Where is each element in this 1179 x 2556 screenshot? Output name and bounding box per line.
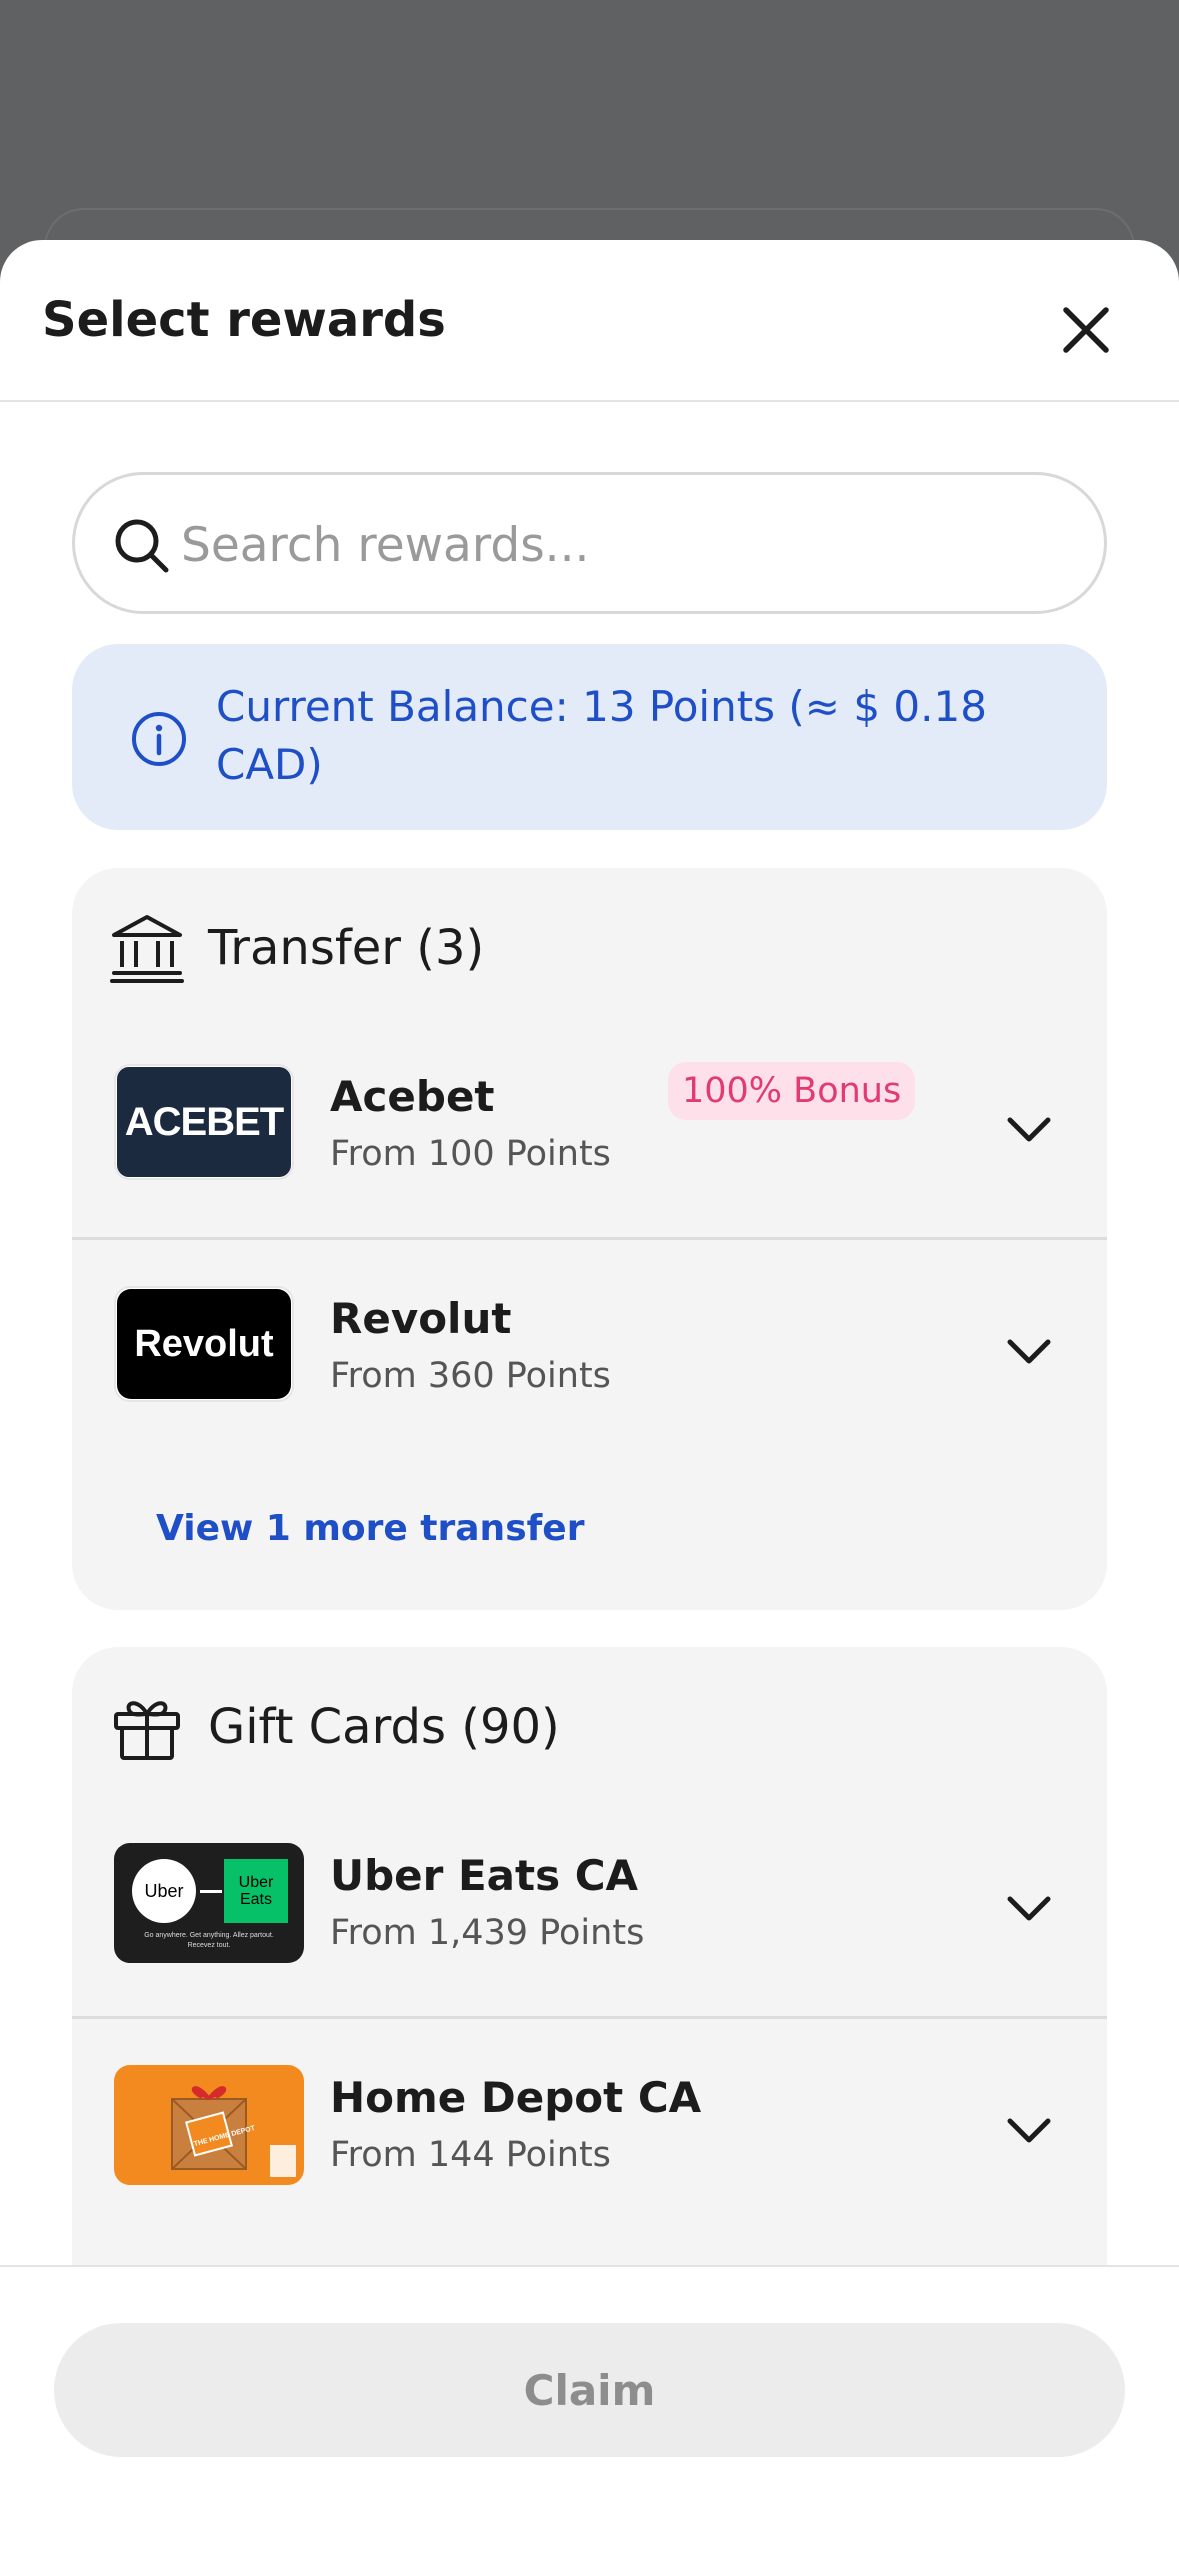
claim-button[interactable]: Claim: [54, 2323, 1125, 2457]
reward-item-acebet[interactable]: ACEBET Acebet From 100 Points 100% Bonus: [72, 1018, 1107, 1240]
sheet-title: Select rewards: [42, 292, 446, 348]
transfer-title: Transfer (3): [208, 920, 485, 976]
gift-box-graphic: [171, 2086, 296, 2177]
revolut-logo: Revolut: [114, 1286, 294, 1402]
chevron-down-icon[interactable]: [1002, 2103, 1056, 2157]
chevron-down-icon[interactable]: [1002, 1102, 1056, 1156]
info-icon: [132, 712, 186, 766]
gift-cards-header: Gift Cards (90): [108, 1687, 560, 1767]
close-icon: [1063, 307, 1109, 353]
reward-min-points: From 100 Points: [330, 1134, 611, 1174]
reward-name: Uber Eats CA: [330, 1851, 639, 1900]
reward-min-points: From 360 Points: [330, 1356, 611, 1396]
reward-name: Home Depot CA: [330, 2073, 702, 2122]
gift-cards-title: Gift Cards (90): [208, 1699, 560, 1755]
view-more-transfer-link[interactable]: View 1 more transfer: [156, 1508, 584, 1549]
gift-icon: [114, 1701, 180, 1760]
search-input[interactable]: [181, 503, 1061, 587]
transfer-section: Transfer (3) ACEBET Acebet From 100 Poin…: [72, 868, 1107, 1610]
reward-min-points: From 1,439 Points: [330, 1913, 645, 1953]
home-depot-logo: THE HOME DEPOT: [114, 2065, 304, 2185]
acebet-logo: ACEBET: [114, 1064, 294, 1180]
balance-text: Current Balance: 13 Points (≈ $ 0.18 CAD…: [216, 682, 987, 789]
bonus-badge: 100% Bonus: [668, 1062, 916, 1120]
reward-name: Revolut: [330, 1294, 512, 1343]
footer-bar: Claim: [0, 2265, 1179, 2556]
bank-icon: [110, 915, 184, 983]
uber-eats-logo: Uber Uber Eats Go anywhere. Get anything…: [114, 1843, 304, 1963]
reward-item-home-depot[interactable]: THE HOME DEPOT Home Depot CA From 144 Po…: [72, 2019, 1107, 2241]
reward-item-uber-eats[interactable]: Uber Uber Eats Go anywhere. Get anything…: [72, 1797, 1107, 2019]
chevron-down-icon[interactable]: [1002, 1881, 1056, 1935]
reward-item-revolut[interactable]: Revolut Revolut From 360 Points: [72, 1240, 1107, 1462]
search-icon: [115, 519, 169, 573]
reward-name: Acebet: [330, 1072, 495, 1121]
close-button[interactable]: [1048, 292, 1124, 368]
balance-banner: Current Balance: 13 Points (≈ $ 0.18 CAD…: [72, 644, 1107, 830]
chevron-down-icon[interactable]: [1002, 1324, 1056, 1378]
sheet-header: Select rewards: [0, 240, 1179, 402]
rewards-sheet: Select rewards Current Balance: 13 Point…: [0, 240, 1179, 2556]
transfer-header: Transfer (3): [108, 908, 484, 988]
reward-min-points: From 144 Points: [330, 2135, 611, 2175]
search-field[interactable]: [72, 472, 1107, 614]
